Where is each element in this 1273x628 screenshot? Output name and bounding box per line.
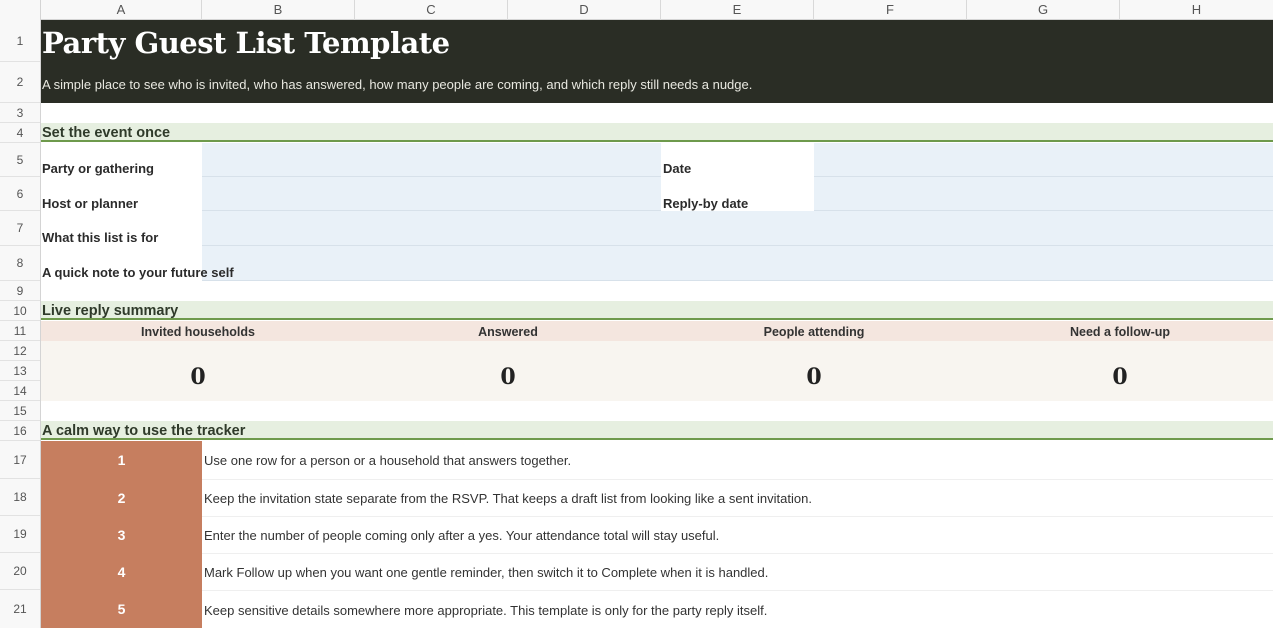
metric-value-attending: 0 bbox=[806, 364, 822, 390]
row-header[interactable]: 21 bbox=[0, 590, 40, 628]
reply-by-input[interactable] bbox=[814, 177, 1273, 211]
step-number: 4 bbox=[41, 553, 202, 590]
row-header[interactable]: 16 bbox=[0, 421, 40, 441]
row-divider bbox=[41, 590, 1273, 591]
note-label: A quick note to your future self bbox=[42, 265, 234, 280]
column-header-f[interactable]: F bbox=[814, 0, 967, 20]
step-number: 5 bbox=[41, 590, 202, 628]
purpose-label: What this list is for bbox=[42, 230, 159, 245]
metric-label-invited: Invited households bbox=[141, 325, 255, 339]
row-header[interactable]: 15 bbox=[0, 401, 40, 421]
select-all-corner[interactable] bbox=[0, 0, 41, 20]
page-title: Party Guest List Template bbox=[42, 26, 450, 60]
section-header-steps: A calm way to use the tracker bbox=[41, 421, 1273, 440]
section-title: Live reply summary bbox=[42, 303, 179, 319]
row-header[interactable]: 4 bbox=[0, 123, 40, 143]
row-header[interactable]: 6 bbox=[0, 177, 40, 211]
column-header-e[interactable]: E bbox=[661, 0, 814, 20]
date-input[interactable] bbox=[814, 143, 1273, 177]
host-input[interactable] bbox=[202, 177, 661, 211]
section-header-summary: Live reply summary bbox=[41, 301, 1273, 320]
purpose-input[interactable] bbox=[202, 211, 1273, 246]
row-header[interactable]: 12 bbox=[0, 341, 40, 361]
party-label: Party or gathering bbox=[42, 161, 154, 176]
row-header[interactable]: 1 bbox=[0, 20, 40, 62]
column-header-g[interactable]: G bbox=[967, 0, 1120, 20]
row-header-bar: 1 2 3 4 5 6 7 8 9 10 11 12 13 14 15 16 1… bbox=[0, 20, 41, 628]
metric-label-attending: People attending bbox=[763, 325, 865, 339]
column-header-d[interactable]: D bbox=[508, 0, 661, 20]
step-text: Keep sensitive details somewhere more ap… bbox=[204, 603, 768, 618]
step-number: 1 bbox=[41, 441, 202, 479]
step-text: Keep the invitation state separate from … bbox=[204, 491, 812, 506]
metric-label-follow-up: Need a follow-up bbox=[1070, 325, 1170, 339]
metric-label-answered: Answered bbox=[478, 325, 538, 339]
section-title: Set the event once bbox=[42, 125, 171, 141]
column-header-c[interactable]: C bbox=[355, 0, 508, 20]
title-banner: Party Guest List Template A simple place… bbox=[41, 20, 1273, 103]
row-header[interactable]: 20 bbox=[0, 553, 40, 590]
step-number: 2 bbox=[41, 479, 202, 516]
row-header[interactable]: 10 bbox=[0, 301, 40, 321]
party-input[interactable] bbox=[202, 143, 661, 177]
row-divider bbox=[41, 516, 1273, 517]
row-header[interactable]: 7 bbox=[0, 211, 40, 246]
row-header[interactable]: 2 bbox=[0, 62, 40, 103]
reply-by-label: Reply-by date bbox=[663, 196, 749, 211]
section-title: A calm way to use the tracker bbox=[42, 423, 246, 439]
summary-values-row: 0 0 0 0 bbox=[41, 341, 1273, 401]
section-header-event: Set the event once bbox=[41, 123, 1273, 142]
host-label: Host or planner bbox=[42, 196, 139, 211]
note-input[interactable] bbox=[202, 246, 1273, 281]
step-text: Use one row for a person or a household … bbox=[204, 453, 572, 468]
page-subtitle: A simple place to see who is invited, wh… bbox=[42, 77, 753, 92]
row-header[interactable]: 13 bbox=[0, 361, 40, 381]
column-header-b[interactable]: B bbox=[202, 0, 355, 20]
metric-value-follow-up: 0 bbox=[1112, 364, 1128, 390]
step-text: Enter the number of people coming only a… bbox=[204, 528, 720, 543]
row-header[interactable]: 5 bbox=[0, 143, 40, 177]
date-label: Date bbox=[663, 161, 692, 176]
summary-header-row: Invited households Answered People atten… bbox=[41, 321, 1273, 341]
row-header[interactable]: 17 bbox=[0, 441, 40, 479]
row-header[interactable]: 18 bbox=[0, 479, 40, 516]
row-header[interactable]: 9 bbox=[0, 281, 40, 301]
column-header-h[interactable]: H bbox=[1120, 0, 1273, 20]
sheet-grid[interactable]: Party Guest List Template A simple place… bbox=[41, 20, 1273, 628]
metric-value-answered: 0 bbox=[500, 364, 516, 390]
row-header[interactable]: 3 bbox=[0, 103, 40, 123]
step-number: 3 bbox=[41, 516, 202, 553]
row-divider bbox=[41, 479, 1273, 480]
row-divider bbox=[41, 553, 1273, 554]
row-header[interactable]: 19 bbox=[0, 516, 40, 553]
step-text: Mark Follow up when you want one gentle … bbox=[204, 565, 769, 580]
row-header[interactable]: 8 bbox=[0, 246, 40, 281]
column-header-bar: A B C D E F G H bbox=[0, 0, 1273, 20]
column-header-a[interactable]: A bbox=[41, 0, 202, 20]
metric-value-invited: 0 bbox=[190, 364, 206, 390]
row-header[interactable]: 14 bbox=[0, 381, 40, 401]
row-header[interactable]: 11 bbox=[0, 321, 40, 341]
